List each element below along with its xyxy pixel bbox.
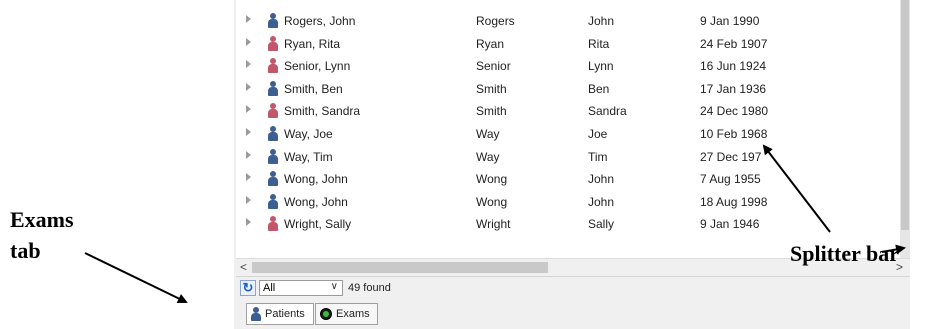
arrow-to-splitter (762, 144, 831, 233)
arrow-to-splitter-bar (881, 244, 906, 255)
arrow-to-exams-tab (84, 252, 188, 304)
annotation-arrows (84, 144, 906, 304)
